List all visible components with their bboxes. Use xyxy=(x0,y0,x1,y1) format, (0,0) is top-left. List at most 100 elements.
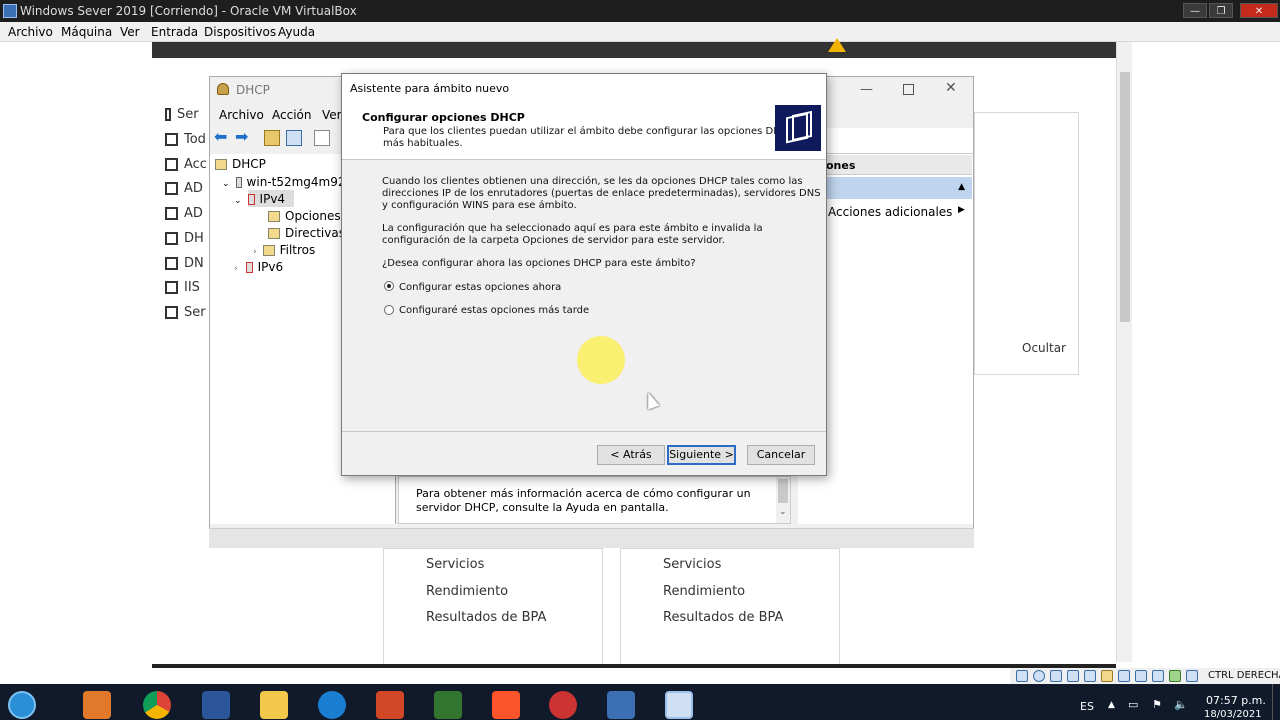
properties-icon[interactable] xyxy=(314,130,330,146)
expand-chevron-icon[interactable]: ⌄ xyxy=(234,196,242,206)
flag-tray-icon[interactable]: ⚑ xyxy=(1152,698,1162,711)
wizard-heading: Configurar opciones DHCP xyxy=(362,111,525,124)
hide-link[interactable]: Ocultar xyxy=(1022,341,1066,355)
ipv6-icon xyxy=(245,262,253,273)
input-language[interactable]: ES xyxy=(1080,700,1094,713)
brave-icon[interactable] xyxy=(492,691,520,719)
word-icon[interactable] xyxy=(202,691,230,719)
expand-arrow-icon[interactable]: › xyxy=(253,247,257,257)
project-icon[interactable] xyxy=(434,691,462,719)
up-folder-icon[interactable] xyxy=(264,130,280,146)
show-desktop-button[interactable] xyxy=(1272,684,1280,720)
internet-explorer-icon[interactable] xyxy=(318,691,346,719)
show-hidden-icons-icon[interactable]: ▲ xyxy=(1108,700,1115,710)
dhcp-menu-accion[interactable]: Acción xyxy=(272,108,311,122)
menu-archivo[interactable]: Archivo xyxy=(8,22,53,42)
radio-configure-later[interactable] xyxy=(384,305,394,315)
dhcp-minimize-icon[interactable]: — xyxy=(860,82,873,97)
display-icon[interactable] xyxy=(1118,670,1130,682)
tile-link-performance[interactable]: Rendimiento xyxy=(426,584,508,599)
usb-icon[interactable] xyxy=(1084,670,1096,682)
servers-icon xyxy=(165,133,178,146)
network-tray-icon[interactable]: ▭ xyxy=(1128,698,1138,711)
radio-configure-now[interactable] xyxy=(384,281,394,291)
dhcp-statusbar xyxy=(209,528,974,548)
actions-more[interactable]: Acciones adicionales ▶ xyxy=(828,205,965,219)
virtualbox-vm-taskbar-icon[interactable] xyxy=(665,691,693,719)
dhcp-window-title: DHCP xyxy=(236,83,270,97)
dhcp-close-icon[interactable]: ✕ xyxy=(945,80,957,96)
dhcp-menu-archivo[interactable]: Archivo xyxy=(219,108,264,122)
warning-flag-icon[interactable] xyxy=(828,38,846,52)
close-icon[interactable]: ✕ xyxy=(1240,3,1278,18)
nav-item-local-server[interactable]: Ser xyxy=(165,107,199,122)
back-button[interactable]: < Atrás xyxy=(597,445,665,465)
minimize-icon[interactable]: — xyxy=(1183,3,1207,18)
mouse-pointer-icon xyxy=(642,390,660,410)
cancel-button[interactable]: Cancelar xyxy=(747,445,815,465)
tree-item-server-options[interactable]: Opciones d xyxy=(268,209,352,223)
menu-ver[interactable]: Ver xyxy=(120,22,140,42)
clock-time[interactable]: 07:57 p.m. xyxy=(1206,694,1266,707)
back-arrow-icon[interactable]: ⬅ xyxy=(214,129,230,146)
menu-entrada[interactable]: Entrada xyxy=(151,22,198,42)
tree-item-policies[interactable]: Directivas xyxy=(268,226,345,240)
media-player-icon[interactable] xyxy=(83,691,111,719)
expand-chevron-icon[interactable]: ⌄ xyxy=(222,179,230,189)
recording-icon[interactable] xyxy=(1135,670,1147,682)
nav-item-file-services[interactable]: Ser xyxy=(165,305,206,320)
expand-arrow-icon[interactable]: › xyxy=(234,264,238,274)
scrollbar-thumb[interactable] xyxy=(1120,72,1130,322)
clock-date[interactable]: 18/03/2021 xyxy=(1204,709,1262,720)
radio-configure-now-label[interactable]: Configurar estas opciones ahora xyxy=(399,282,561,294)
console-tree-icon[interactable] xyxy=(286,130,302,146)
powerpoint-icon[interactable] xyxy=(376,691,404,719)
chrome-icon[interactable] xyxy=(143,691,171,719)
tile-link-bpa[interactable]: Resultados de BPA xyxy=(426,610,546,625)
tree-item-filters[interactable]: › Filtros xyxy=(253,243,315,257)
optical-drive-icon[interactable] xyxy=(1033,670,1045,682)
tree-item-server[interactable]: ⌄ win-t52mg4m92v9 xyxy=(222,175,360,189)
dhcp-menu-ver[interactable]: Ver xyxy=(322,108,342,122)
volume-icon[interactable]: 🔈 xyxy=(1174,698,1188,711)
audio-icon[interactable] xyxy=(1050,670,1062,682)
keyboard-icon[interactable] xyxy=(1186,670,1198,682)
restore-icon[interactable]: ❐ xyxy=(1209,3,1233,18)
menu-dispositivos[interactable]: Dispositivos xyxy=(204,22,276,42)
server-manager-scrollbar[interactable] xyxy=(1116,42,1132,662)
shared-folder-icon[interactable] xyxy=(1101,670,1113,682)
radio-configure-later-label[interactable]: Configuraré estas opciones más tarde xyxy=(399,305,589,317)
nav-item-panel[interactable]: Par xyxy=(165,82,205,97)
menu-ayuda[interactable]: Ayuda xyxy=(278,22,315,42)
start-button-icon[interactable] xyxy=(8,691,36,719)
tile-link-bpa[interactable]: Resultados de BPA xyxy=(663,610,783,625)
nav-item-ad-1[interactable]: AD xyxy=(165,181,203,196)
forward-arrow-icon[interactable]: ➡ xyxy=(235,129,251,146)
mouse-integration-icon[interactable] xyxy=(1169,670,1181,682)
file-explorer-icon[interactable] xyxy=(260,691,288,719)
tile-link-performance[interactable]: Rendimiento xyxy=(663,584,745,599)
dhcp-maximize-icon[interactable] xyxy=(903,84,914,95)
collapse-arrow-icon[interactable]: ▲ xyxy=(958,182,965,192)
nav-item-all-servers[interactable]: Tod xyxy=(165,132,206,147)
tree-item-ipv4[interactable]: ⌄ IPv4 xyxy=(234,192,285,206)
nav-item-iis[interactable]: IIS xyxy=(165,280,200,295)
tile-link-services[interactable]: Servicios xyxy=(426,557,484,572)
next-button[interactable]: Siguiente > xyxy=(667,445,736,465)
nav-item-dns[interactable]: DN xyxy=(165,256,204,271)
help-scrollbar[interactable]: ⌄ xyxy=(776,477,790,523)
scroll-down-icon[interactable]: ⌄ xyxy=(779,507,787,517)
network-icon[interactable] xyxy=(1067,670,1079,682)
virtualbox-taskbar-icon[interactable] xyxy=(607,691,635,719)
tree-item-ipv6[interactable]: › IPv6 xyxy=(234,260,283,274)
snipping-tool-icon[interactable] xyxy=(549,691,577,719)
nav-item-dhcp[interactable]: DH xyxy=(165,231,204,246)
tile-link-services[interactable]: Servicios xyxy=(663,557,721,572)
tree-item-dhcp[interactable]: DHCP xyxy=(215,157,266,171)
hdd-icon[interactable] xyxy=(1016,670,1028,682)
cpu-icon[interactable] xyxy=(1152,670,1164,682)
help-scroll-thumb[interactable] xyxy=(778,479,788,503)
nav-item-ad-2[interactable]: AD xyxy=(165,206,203,221)
menu-maquina[interactable]: Máquina xyxy=(61,22,112,42)
nav-item-acc[interactable]: Acc xyxy=(165,157,207,172)
